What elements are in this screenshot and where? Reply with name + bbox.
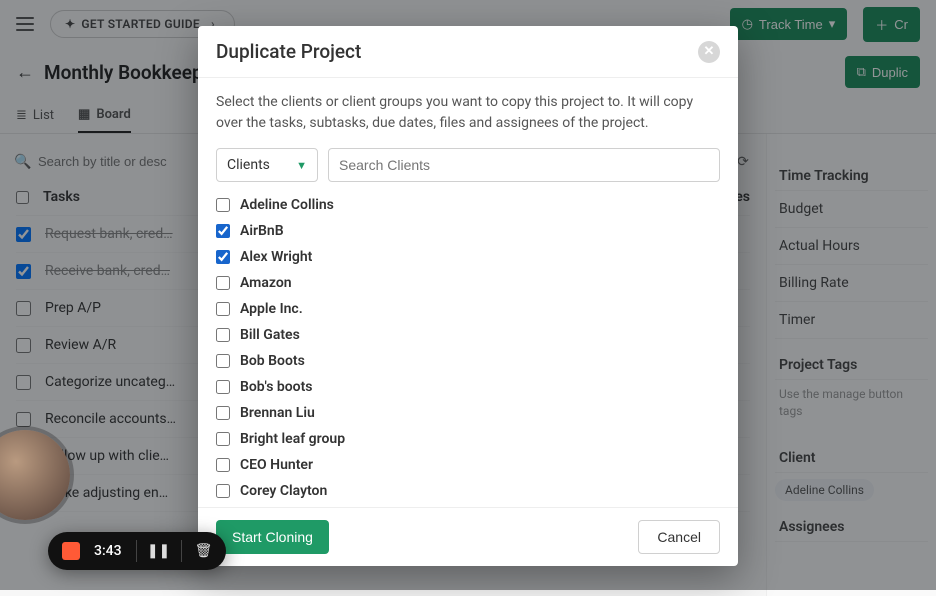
screen-recorder-bar: 3:43 ❚❚ 🗑 [48, 532, 226, 570]
client-name: Amazon [240, 275, 292, 291]
client-name: Apple Inc. [240, 301, 303, 317]
client-item[interactable]: Adeline Collins [216, 192, 716, 218]
modal-overlay: Duplicate Project ✕ Select the clients o… [0, 0, 936, 590]
client-item[interactable]: CEO Hunter [216, 452, 716, 478]
client-name: Adeline Collins [240, 197, 334, 213]
client-checkbox[interactable] [216, 406, 230, 420]
modal-title: Duplicate Project [216, 40, 361, 63]
client-name: Corey Clayton [240, 483, 327, 499]
client-name: Bob's boots [240, 379, 313, 395]
client-type-select[interactable]: Clients ▼ [216, 148, 318, 182]
divider [136, 540, 137, 562]
client-name: Bright leaf group [240, 431, 345, 447]
client-name: Bob Boots [240, 353, 305, 369]
client-checkbox[interactable] [216, 302, 230, 316]
client-item[interactable]: Bill Gates [216, 322, 716, 348]
pause-icon[interactable]: ❚❚ [151, 543, 167, 559]
client-item[interactable]: Alex Wright [216, 244, 716, 270]
client-checkbox[interactable] [216, 224, 230, 238]
client-checkbox[interactable] [216, 458, 230, 472]
client-item[interactable]: AirBnB [216, 218, 716, 244]
cancel-button[interactable]: Cancel [638, 520, 720, 554]
chevron-down-icon: ▼ [296, 159, 307, 172]
client-checkbox[interactable] [216, 250, 230, 264]
client-item[interactable]: Apple Inc. [216, 296, 716, 322]
client-name: AirBnB [240, 223, 284, 239]
client-checkbox[interactable] [216, 328, 230, 342]
search-clients-input[interactable] [328, 148, 720, 182]
client-checkbox[interactable] [216, 198, 230, 212]
client-item[interactable]: Amazon [216, 270, 716, 296]
divider [181, 540, 182, 562]
client-name: CEO Hunter [240, 457, 313, 473]
client-checkbox[interactable] [216, 276, 230, 290]
client-item[interactable]: Bright leaf group [216, 426, 716, 452]
client-name: Alex Wright [240, 249, 312, 265]
client-checkbox[interactable] [216, 432, 230, 446]
recording-time: 3:43 [94, 543, 122, 559]
start-cloning-button[interactable]: Start Cloning [216, 520, 329, 554]
client-item[interactable]: Brennan Liu [216, 400, 716, 426]
modal-description: Select the clients or client groups you … [216, 92, 720, 134]
client-checkbox[interactable] [216, 484, 230, 498]
client-item[interactable]: Bob Boots [216, 348, 716, 374]
stop-recording-button[interactable] [62, 542, 80, 560]
duplicate-project-modal: Duplicate Project ✕ Select the clients o… [198, 26, 738, 566]
client-checkbox[interactable] [216, 354, 230, 368]
client-item[interactable]: Corey Clayton [216, 478, 716, 501]
close-icon[interactable]: ✕ [698, 41, 720, 63]
client-checkbox[interactable] [216, 380, 230, 394]
client-name: Bill Gates [240, 327, 300, 343]
client-item[interactable]: Bob's boots [216, 374, 716, 400]
trash-icon[interactable]: 🗑 [196, 543, 212, 559]
client-name: Brennan Liu [240, 405, 315, 421]
select-label: Clients [227, 157, 270, 173]
